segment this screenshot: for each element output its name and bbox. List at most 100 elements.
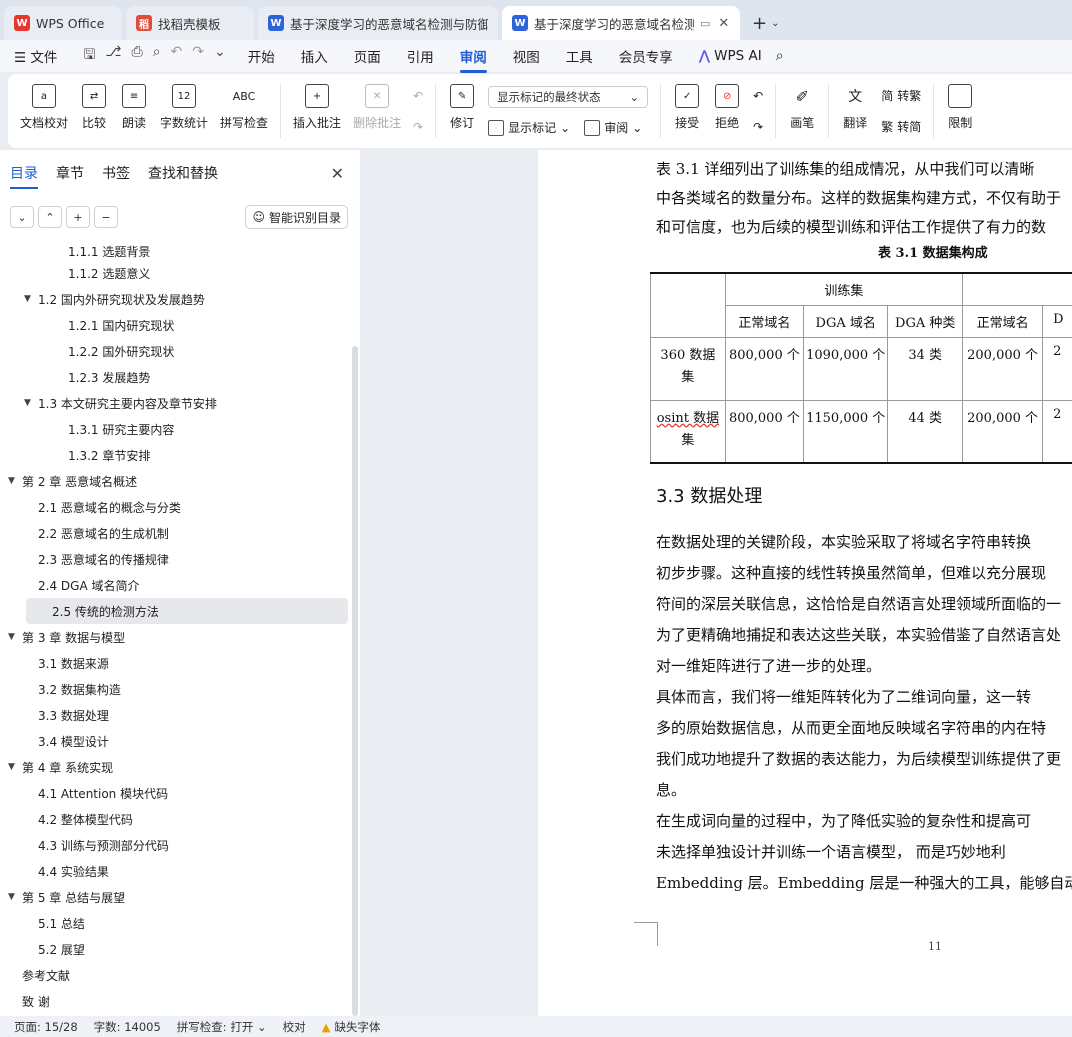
nav-tab-toc[interactable]: 目录	[10, 163, 38, 189]
caret-down-icon[interactable]: ▼	[8, 892, 22, 902]
toc-item[interactable]: 致 谢	[0, 988, 352, 1014]
document-page[interactable]: 表 3.1 详细列出了训练集的组成情况，从中我们可以清晰 中各类域名的数量分布。这…	[538, 150, 1072, 1016]
menu-start[interactable]: 开始	[248, 46, 275, 66]
translate-button[interactable]: 文 翻译	[835, 80, 875, 142]
toc-item[interactable]: 1.3.1 研究主要内容	[0, 416, 352, 442]
toc-item[interactable]: ▼ 1.2 国内外研究现状及发展趋势	[0, 286, 352, 312]
toc-item[interactable]: 3.1 数据来源	[0, 650, 352, 676]
toc-item[interactable]: 1.3.2 章节安排	[0, 442, 352, 468]
toc-item[interactable]: 2.2 恶意域名的生成机制	[0, 520, 352, 546]
proofread-indicator[interactable]: 校对	[283, 1019, 306, 1035]
pen-button[interactable]: ✐ 画笔	[782, 80, 822, 142]
previous-revision-icon[interactable]: ↶	[753, 89, 763, 103]
toc-item[interactable]: 5.1 总结	[0, 910, 352, 936]
caret-down-icon[interactable]: ▼	[24, 398, 38, 408]
tab-document-1[interactable]: W 基于深度学习的恶意域名检测与防御…	[258, 6, 498, 40]
tab-wps-office[interactable]: W WPS Office	[4, 6, 122, 40]
caret-down-icon[interactable]: ▼	[24, 294, 38, 304]
redo-icon[interactable]: ↷	[192, 44, 204, 68]
next-comment-icon[interactable]: ↷	[413, 120, 423, 134]
revise-button[interactable]: ✎ 修订	[442, 80, 482, 142]
page-indicator[interactable]: 页面: 15/28	[14, 1019, 78, 1035]
add-heading-icon[interactable]: +	[66, 206, 90, 228]
toc-item[interactable]: 参考文献	[0, 962, 352, 988]
insert-comment-button[interactable]: + 插入批注	[287, 80, 347, 142]
menu-member[interactable]: 会员专享	[619, 46, 673, 66]
toc-item[interactable]: 5.2 展望	[0, 936, 352, 962]
nav-tab-sections[interactable]: 章节	[56, 163, 84, 183]
toc-item[interactable]: 4.4 实验结果	[0, 858, 352, 884]
print-icon[interactable]: ⎙	[131, 44, 142, 68]
toc-item[interactable]: 3.2 数据集构造	[0, 676, 352, 702]
nav-tab-bookmarks[interactable]: 书签	[102, 163, 130, 183]
menu-review[interactable]: 审阅	[459, 46, 487, 73]
save-icon[interactable]: 🖫	[83, 44, 95, 68]
chevron-down-icon[interactable]: ⌄	[214, 44, 226, 68]
to-traditional-button[interactable]: 简转繁	[881, 87, 921, 104]
review-pane-button[interactable]: 审阅 ⌄	[584, 119, 642, 136]
share-icon[interactable]: ⎇	[105, 44, 121, 68]
tab-document-2[interactable]: W 基于深度学习的恶意域名检测… ▭ ✕	[502, 6, 740, 40]
toc-item[interactable]: ▼ 第 2 章 恶意域名概述	[0, 468, 352, 494]
undo-icon[interactable]: ↶	[171, 44, 183, 68]
wps-ai-button[interactable]: ⋀ WPS AI	[699, 48, 762, 64]
word-count-button[interactable]: 12 字数统计	[154, 80, 214, 142]
delete-comment-button[interactable]: ✕ 删除批注	[347, 80, 407, 142]
close-icon[interactable]: ✕	[718, 16, 729, 31]
to-simplified-button[interactable]: 繁转简	[881, 118, 921, 135]
toc-item[interactable]: 1.2.3 发展趋势	[0, 364, 352, 390]
search-icon[interactable]: ⌕	[776, 48, 784, 64]
tab-label: 找稻壳模板	[158, 16, 221, 32]
menu-tools[interactable]: 工具	[566, 46, 593, 66]
doc-check-button[interactable]: a 文档校对	[14, 80, 74, 142]
compare-button[interactable]: ⇄ 比较	[74, 80, 114, 142]
spell-check-button[interactable]: ABC 拼写检查	[214, 80, 274, 142]
accept-button[interactable]: ✓ 接受	[667, 80, 707, 142]
word-count-indicator[interactable]: 字数: 14005	[94, 1019, 161, 1035]
file-menu[interactable]: ☰ 文件	[14, 46, 57, 66]
toc-item[interactable]: 3.4 模型设计	[0, 728, 352, 754]
smart-toc-button[interactable]: ☺ 智能识别目录	[245, 205, 348, 229]
missing-font-indicator[interactable]: ▲ 缺失字体	[322, 1019, 381, 1035]
toc-item[interactable]: 4.3 训练与预测部分代码	[0, 832, 352, 858]
new-tab-button[interactable]: + ⌄	[744, 6, 787, 40]
toc-item[interactable]: 1.1.1 选题背景	[0, 240, 352, 260]
restrict-button[interactable]: 限制	[940, 80, 980, 142]
toc-item[interactable]: 2.1 恶意域名的概念与分类	[0, 494, 352, 520]
toc-item[interactable]: 4.2 整体模型代码	[0, 806, 352, 832]
toc-item[interactable]: ▼ 第 4 章 系统实现	[0, 754, 352, 780]
nav-tab-find-replace[interactable]: 查找和替换	[148, 163, 218, 183]
toc-item[interactable]: ▼ 第 3 章 数据与模型	[0, 624, 352, 650]
toc-item[interactable]: ▼ 第 5 章 总结与展望	[0, 884, 352, 910]
previous-comment-icon[interactable]: ↶	[413, 89, 423, 103]
toc-item[interactable]: 2.4 DGA 域名简介	[0, 572, 352, 598]
close-icon[interactable]: ✕	[331, 164, 344, 183]
toc-item[interactable]: 1.2.1 国内研究现状	[0, 312, 352, 338]
show-markup-button[interactable]: 显示标记 ⌄	[488, 119, 570, 136]
reject-button[interactable]: ⊘ 拒绝	[707, 80, 747, 142]
toc-item[interactable]: 3.3 数据处理	[0, 702, 352, 728]
toc-item[interactable]: ▼ 1.3 本文研究主要内容及章节安排	[0, 390, 352, 416]
menu-insert[interactable]: 插入	[301, 46, 328, 66]
read-aloud-button[interactable]: ≡ 朗读	[114, 80, 154, 142]
menu-view[interactable]: 视图	[513, 46, 540, 66]
toc-item[interactable]: 4.1 Attention 模块代码	[0, 780, 352, 806]
caret-down-icon[interactable]: ▼	[8, 476, 22, 486]
spell-check-indicator[interactable]: 拼写检查: 打开 ⌄	[177, 1019, 267, 1035]
markup-state-select[interactable]: 显示标记的最终状态 ⌄	[488, 85, 649, 108]
expand-down-icon[interactable]: ⌄	[10, 206, 34, 228]
caret-down-icon[interactable]: ▼	[8, 632, 22, 642]
next-revision-icon[interactable]: ↷	[753, 120, 763, 134]
toc-item[interactable]: 2.5 传统的检测方法	[26, 598, 348, 624]
toc-item[interactable]: 1.1.2 选题意义	[0, 260, 352, 286]
tab-template[interactable]: 稻 找稻壳模板	[126, 6, 254, 40]
caret-down-icon[interactable]: ▼	[8, 762, 22, 772]
toc-item[interactable]: 2.3 恶意域名的传播规律	[0, 546, 352, 572]
collapse-up-icon[interactable]: ⌃	[38, 206, 62, 228]
print-preview-icon[interactable]: ⌕	[153, 44, 161, 68]
menu-page[interactable]: 页面	[354, 46, 381, 66]
menu-reference[interactable]: 引用	[407, 46, 434, 66]
toc-item[interactable]: 1.2.2 国外研究现状	[0, 338, 352, 364]
toc-scrollbar[interactable]	[352, 346, 358, 1016]
remove-heading-icon[interactable]: −	[94, 206, 118, 228]
